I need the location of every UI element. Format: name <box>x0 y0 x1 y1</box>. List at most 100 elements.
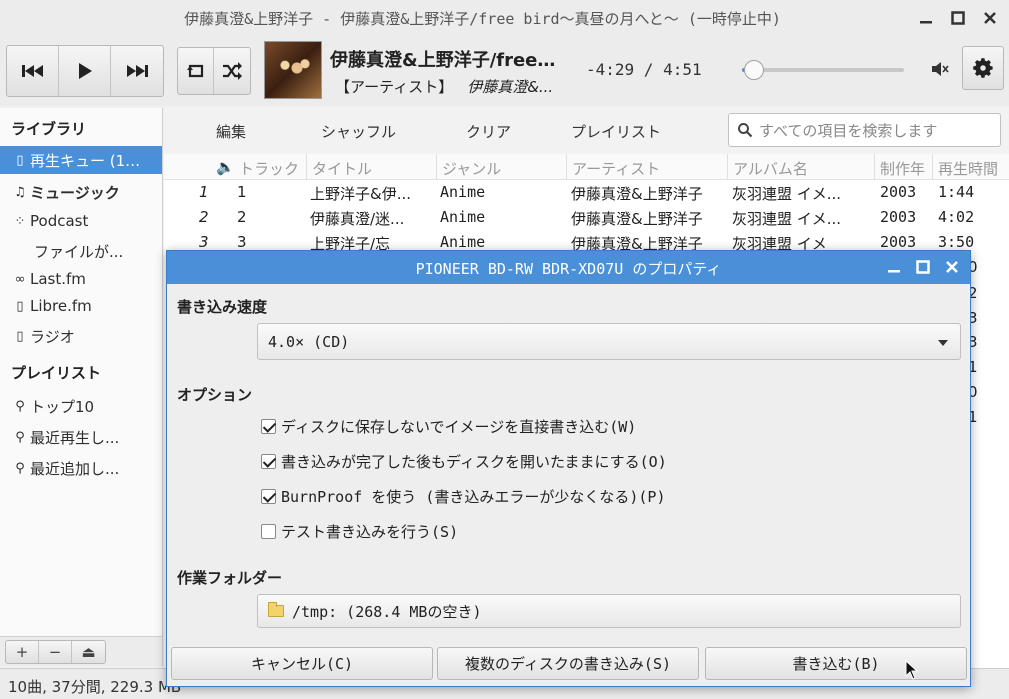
music-note-icon: ♫ <box>14 184 26 200</box>
cell-artist: 伊藤真澄&上野洋子 <box>571 210 703 228</box>
volume-muted-icon[interactable] <box>930 60 950 82</box>
checkbox-checked-icon[interactable] <box>261 454 276 469</box>
cell-year: 2003 <box>880 183 917 201</box>
play-icon <box>78 63 92 79</box>
sidebar-item-music[interactable]: ♫ ミュージック <box>0 178 162 206</box>
eject-button[interactable]: ⏏ <box>72 641 105 663</box>
column-header-artist[interactable]: アーティスト <box>572 158 660 179</box>
cell-artist: 伊藤真澄&上野洋子 <box>571 185 703 203</box>
options-heading: オプション <box>177 386 253 404</box>
cell-genre: Anime <box>440 233 486 251</box>
next-button[interactable] <box>111 46 163 96</box>
action-bar: 編集 シャッフル クリア プレイリスト すべての項目を検索します <box>164 108 1009 154</box>
shuffle-icon <box>223 62 242 80</box>
maximize-icon[interactable] <box>947 7 969 29</box>
mouse-pointer-icon <box>905 659 919 684</box>
column-header-title[interactable]: タイトル <box>312 158 372 179</box>
player-toolbar: 伊藤真澄&上野洋子/free… 【アーティスト】 伊藤真澄&... -4:29 /… <box>0 36 1009 106</box>
write-speed-value: 4.0× (CD) <box>268 332 350 351</box>
queue-icon: ▯ <box>16 152 24 168</box>
album-art-thumbnail[interactable] <box>264 41 322 99</box>
skip-next-icon <box>127 65 148 77</box>
cancel-button[interactable]: キャンセル(C) <box>171 647 433 680</box>
sidebar-item-top10[interactable]: ⚲ トップ10 <box>0 392 162 420</box>
checkbox-checked-icon[interactable] <box>261 419 276 434</box>
column-header-duration[interactable]: 再生時間 <box>938 158 998 179</box>
work-folder-value: /tmp: (268.4 MBの空き) <box>292 602 482 621</box>
table-header: 🔈 トラック タイトル ジャンル アーティスト アルバム名 制作年 再生時間 <box>164 154 1009 180</box>
sidebar-item-radio[interactable]: ▯ ラジオ <box>0 322 162 350</box>
maximize-icon[interactable] <box>913 257 933 277</box>
cell-idx: 3 <box>199 233 209 251</box>
cell-track: 3 <box>237 233 247 251</box>
cell-title: 上野洋子&伊... <box>310 185 412 203</box>
lastfm-icon: ∞ <box>14 271 26 287</box>
minimize-icon[interactable] <box>915 7 937 29</box>
sidebar-item-lastfm[interactable]: ∞ Last.fm <box>0 265 162 293</box>
sidebar-item-podcast[interactable]: ⁘ Podcast <box>0 207 162 235</box>
sidebar-item-files[interactable]: ファイルが... <box>0 237 162 265</box>
shuffle-action-button[interactable]: シャッフル <box>321 121 396 142</box>
cell-title: 伊藤真澄/迷... <box>310 210 405 228</box>
close-icon[interactable] <box>942 257 962 277</box>
cell-album: 灰羽連盟 イメ... <box>732 185 842 203</box>
edit-button[interactable]: 編集 <box>216 121 246 142</box>
skip-previous-icon <box>21 65 43 77</box>
sidebar-item-recently-played[interactable]: ⚲ 最近再生し... <box>0 423 162 451</box>
search-input[interactable]: すべての項目を検索します <box>728 113 1001 147</box>
table-row[interactable]: 2 2 伊藤真澄/迷... Anime 伊藤真澄&上野洋子 灰羽連盟 イメ... 2003 4… <box>164 206 1009 231</box>
close-icon[interactable] <box>979 7 1001 29</box>
status-text: 10曲, 37分間, 229.3 MB <box>8 678 182 696</box>
remove-playlist-button[interactable]: − <box>39 641 72 663</box>
option-checkbox-1[interactable]: ディスクに保存しないでイメージを直接書き込む(W) <box>261 416 636 437</box>
librefm-icon: ▯ <box>16 298 24 314</box>
sidebar-item-librefm[interactable]: ▯ Libre.fm <box>0 292 162 320</box>
playlist-button[interactable]: プレイリスト <box>571 121 661 142</box>
cell-album: 灰羽連盟 イメ... <box>732 210 842 228</box>
mode-controls <box>177 47 251 95</box>
sidebar-item-queue[interactable]: ▯ 再生キュー (1… <box>0 146 162 174</box>
burn-button[interactable]: 書き込む(B) <box>705 647 967 680</box>
option-label: 書き込みが完了した後もディスクを開いたままにする(O) <box>281 453 667 471</box>
play-button[interactable] <box>59 46 111 96</box>
library-heading: ライブラリ <box>11 120 87 138</box>
minimize-icon[interactable] <box>884 257 904 277</box>
seek-handle[interactable] <box>744 60 765 80</box>
multi-disc-burn-button[interactable]: 複数のディスクの書き込み(S) <box>437 647 699 680</box>
repeat-button[interactable] <box>178 48 214 94</box>
column-header-track[interactable]: トラック <box>239 158 299 179</box>
previous-button[interactable] <box>7 46 59 96</box>
cell-year: 2003 <box>880 233 917 251</box>
option-checkbox-4[interactable]: テスト書き込みを行う(S) <box>261 521 458 542</box>
option-checkbox-3[interactable]: BurnProof を使う (書き込みエラーが少なくなる)(P) <box>261 486 666 507</box>
now-playing-artist-row: 【アーティスト】 伊藤真澄&... <box>335 76 553 97</box>
cell-year: 2003 <box>880 208 917 226</box>
cell-track: 2 <box>237 208 247 226</box>
now-playing-artist: 伊藤真澄&... <box>467 78 554 96</box>
dropdown-arrow-icon <box>938 340 948 346</box>
column-header-year[interactable]: 制作年 <box>880 158 925 179</box>
cell-idx: 2 <box>199 208 209 226</box>
speaker-column-icon: 🔈 <box>216 158 235 176</box>
column-header-album[interactable]: アルバム名 <box>733 158 808 179</box>
cell-track: 1 <box>237 183 247 201</box>
search-placeholder: すべての項目を検索します <box>759 121 938 140</box>
seek-slider[interactable] <box>742 60 904 80</box>
sidebar-item-recently-added[interactable]: ⚲ 最近追加し... <box>0 454 162 482</box>
checkbox-unchecked-icon[interactable] <box>261 524 276 539</box>
option-label: ディスクに保存しないでイメージを直接書き込む(W) <box>281 418 637 436</box>
window-titlebar: 伊藤真澄&上野洋子 - 伊藤真澄&上野洋子/free bird〜真昼の月へと〜 … <box>0 0 1009 36</box>
option-label: テスト書き込みを行う(S) <box>281 523 459 541</box>
write-speed-select[interactable]: 4.0× (CD) <box>257 323 961 360</box>
settings-button[interactable] <box>962 46 1004 90</box>
column-header-genre[interactable]: ジャンル <box>442 158 501 179</box>
search-icon <box>738 123 753 138</box>
work-folder-chooser[interactable]: /tmp: (268.4 MBの空き) <box>257 594 961 628</box>
clear-button[interactable]: クリア <box>466 121 511 142</box>
search-icon: ⚲ <box>15 460 25 476</box>
checkbox-checked-icon[interactable] <box>261 489 276 504</box>
table-row[interactable]: 1 1 上野洋子&伊... Anime 伊藤真澄&上野洋子 灰羽連盟 イメ... 2003 1… <box>164 181 1009 206</box>
option-checkbox-2[interactable]: 書き込みが完了した後もディスクを開いたままにする(O) <box>261 451 667 472</box>
shuffle-button[interactable] <box>214 48 250 94</box>
add-playlist-button[interactable]: + <box>6 641 39 663</box>
